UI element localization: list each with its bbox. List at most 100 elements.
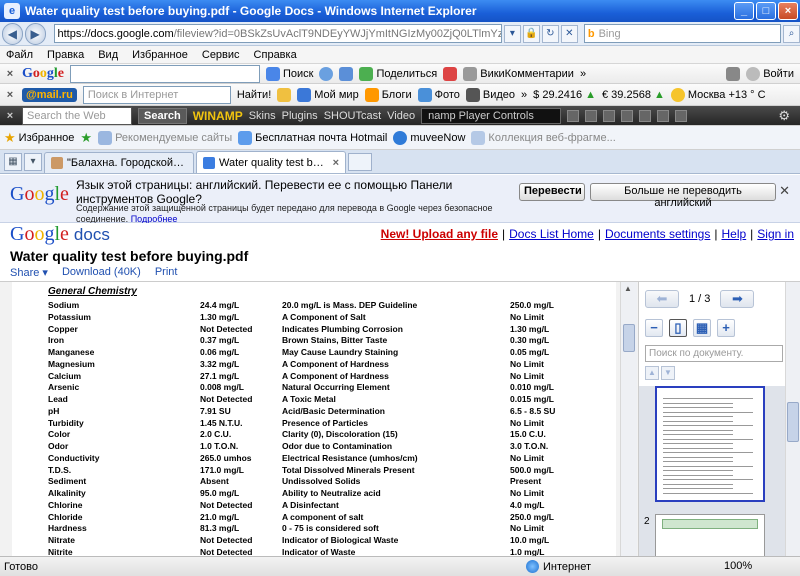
- document-search-input[interactable]: Поиск по документу.: [645, 345, 783, 362]
- share-button[interactable]: Поделиться: [359, 66, 437, 81]
- docs-list-home-link[interactable]: Docs List Home: [509, 227, 594, 241]
- winamp-video-menu[interactable]: Video: [387, 110, 415, 122]
- scroll-thumb[interactable]: [623, 324, 635, 352]
- fav-hotmail[interactable]: Бесплатная почта Hotmail: [238, 130, 387, 145]
- zoom-out-button[interactable]: −: [645, 319, 663, 337]
- close-mail-toolbar-icon[interactable]: ×: [4, 89, 16, 101]
- prev-page-button[interactable]: ⬅: [645, 290, 679, 308]
- search-next-icon[interactable]: ▼: [661, 366, 675, 380]
- winamp-shoutcast-menu[interactable]: SHOUTcast: [324, 110, 381, 122]
- scroll-up-icon[interactable]: ▲: [624, 284, 632, 293]
- lock-icon[interactable]: 🔒: [522, 24, 540, 43]
- translate-icon-button[interactable]: [443, 66, 458, 81]
- pencil-button[interactable]: [277, 87, 292, 102]
- winamp-search-input[interactable]: Search the Web: [22, 106, 132, 125]
- menu-favorites[interactable]: Избранное: [132, 49, 188, 61]
- photo-link[interactable]: Фото: [417, 87, 460, 102]
- back-button[interactable]: ◀: [2, 22, 23, 45]
- menu-tools[interactable]: Сервис: [202, 49, 240, 61]
- blogs-link[interactable]: Блоги: [364, 87, 412, 102]
- add-favorite-button[interactable]: ★: [80, 130, 92, 146]
- bing-search-input[interactable]: b Bing: [583, 24, 782, 43]
- mail-toolbar-more[interactable]: »: [521, 89, 527, 101]
- search-icon[interactable]: ⌕: [783, 24, 800, 43]
- help-link[interactable]: Help: [721, 227, 746, 241]
- documents-settings-link[interactable]: Documents settings: [605, 227, 710, 241]
- player-pause-button[interactable]: [603, 109, 616, 122]
- fav-muveenow[interactable]: muveeNow: [393, 130, 465, 145]
- close-window-button[interactable]: ×: [778, 2, 798, 20]
- mail-find-button[interactable]: Найти!: [237, 89, 271, 101]
- fav-suggested-sites[interactable]: Рекомендуемые сайты: [98, 130, 232, 145]
- wiki-comments-button[interactable]: ВикиКомментарии: [463, 66, 574, 81]
- toolbar-more[interactable]: »: [580, 68, 586, 80]
- video-link[interactable]: Видео: [465, 87, 515, 102]
- thumbnail-scrollbar[interactable]: [785, 282, 800, 557]
- fav-webslice-gallery[interactable]: Коллекция веб-фрагме...: [471, 130, 616, 145]
- sign-in-link[interactable]: Sign in: [757, 227, 794, 241]
- mail-search-input[interactable]: Поиск в Интернет: [82, 85, 231, 104]
- page-thumbnail-2[interactable]: [655, 514, 765, 557]
- document-scrollbar[interactable]: ▲: [620, 282, 637, 556]
- globe-button[interactable]: [319, 66, 334, 81]
- menu-edit[interactable]: Правка: [47, 49, 84, 61]
- tab-water-quality[interactable]: Water quality test before ... ×: [196, 151, 346, 173]
- tab-list-icon[interactable]: ▾: [24, 153, 42, 171]
- winamp-player-controls[interactable]: namp Player Controls: [421, 107, 562, 124]
- signin-button[interactable]: Войти: [746, 66, 794, 81]
- upload-link[interactable]: New! Upload any file: [381, 227, 498, 241]
- new-tab-button[interactable]: [348, 153, 372, 171]
- page-thumbnail-1[interactable]: [655, 386, 765, 502]
- zoom-level[interactable]: 100%: [724, 560, 752, 572]
- google-search-button[interactable]: Поиск: [266, 66, 313, 81]
- close-winamp-toolbar-icon[interactable]: ×: [4, 110, 16, 122]
- translate-button[interactable]: Перевести: [519, 183, 585, 201]
- address-dropdown-icon[interactable]: ▾: [503, 24, 521, 43]
- grid-view-icon[interactable]: ▦: [693, 319, 711, 337]
- menu-help[interactable]: Справка: [254, 49, 297, 61]
- close-toolbar-icon[interactable]: ×: [4, 68, 16, 80]
- refresh-icon[interactable]: ↻: [541, 24, 559, 43]
- winamp-search-button[interactable]: Search: [138, 107, 187, 124]
- player-prev-button[interactable]: [567, 109, 580, 122]
- share-menu[interactable]: Share ▾: [10, 266, 48, 279]
- player-stop-button[interactable]: [621, 109, 634, 122]
- minimize-button[interactable]: _: [734, 2, 754, 20]
- winamp-plugins-menu[interactable]: Plugins: [282, 110, 318, 122]
- close-tab-icon[interactable]: ×: [333, 157, 339, 169]
- next-page-button[interactable]: ➡: [720, 290, 755, 308]
- zoom-in-button[interactable]: +: [717, 319, 735, 337]
- quick-tabs-icon[interactable]: ▦: [4, 153, 22, 171]
- wrench-button[interactable]: [726, 66, 741, 81]
- player-play-button[interactable]: [585, 109, 598, 122]
- address-bar[interactable]: https://docs.google.com/fileview?id=0BSk…: [53, 24, 502, 43]
- plus-button[interactable]: [339, 66, 354, 81]
- never-translate-button[interactable]: Больше не переводить английский: [590, 183, 776, 209]
- favorites-button[interactable]: ★ Избранное: [4, 130, 74, 146]
- google-docs-logo[interactable]: Google docs: [10, 223, 110, 246]
- player-next-button[interactable]: [639, 109, 652, 122]
- my-world-link[interactable]: Мой мир: [297, 87, 359, 102]
- google-toolbar-search-input[interactable]: [70, 64, 260, 83]
- menu-file[interactable]: Файл: [6, 49, 33, 61]
- eur-rate[interactable]: € 39.2568 ▲: [602, 89, 665, 101]
- menu-view[interactable]: Вид: [98, 49, 118, 61]
- weather-widget[interactable]: Москва +13 ° C: [670, 87, 766, 102]
- player-volume-button[interactable]: [675, 109, 688, 122]
- download-link[interactable]: Download (40K): [62, 266, 141, 279]
- forward-button[interactable]: ▶: [24, 22, 46, 45]
- gear-icon[interactable]: ⚙: [778, 108, 790, 124]
- thumbnail-scroll-thumb[interactable]: [787, 402, 799, 442]
- tab-balakhna[interactable]: "Балахна. Городской порта...: [44, 152, 194, 173]
- winamp-skins-menu[interactable]: Skins: [249, 110, 276, 122]
- print-link[interactable]: Print: [155, 266, 178, 279]
- search-prev-icon[interactable]: ▲: [645, 366, 659, 380]
- usd-rate[interactable]: $ 29.2416 ▲: [533, 89, 596, 101]
- table-row: Magnesium 3.32 mg/L A Component of Hardnes…: [48, 359, 608, 371]
- single-page-view-icon[interactable]: ▯: [669, 319, 687, 337]
- security-zone[interactable]: Интернет: [526, 560, 591, 573]
- player-eject-button[interactable]: [657, 109, 670, 122]
- maximize-button[interactable]: □: [756, 2, 776, 20]
- close-translate-icon[interactable]: ✕: [779, 183, 790, 199]
- stop-icon[interactable]: ✕: [560, 24, 578, 43]
